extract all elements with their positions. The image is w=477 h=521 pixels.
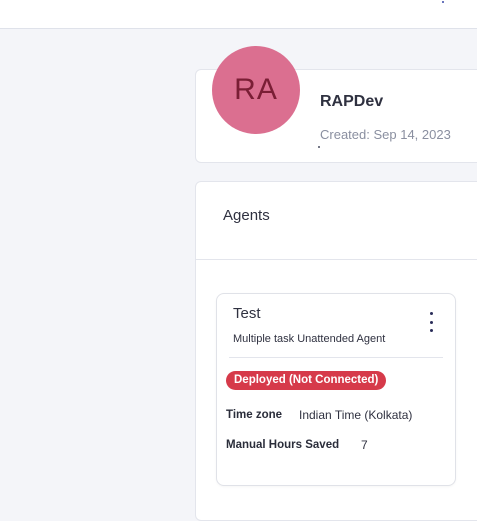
timezone-value: Indian Time (Kolkata): [299, 408, 413, 422]
agent-name[interactable]: Test: [233, 305, 261, 322]
top-bar: [0, 0, 477, 29]
profile-created-date: Created: Sep 14, 2023: [320, 127, 451, 142]
menu-dot: [429, 312, 433, 315]
menu-dot: [429, 329, 433, 332]
avatar-initials: RA: [234, 73, 278, 106]
agent-description: Multiple task Unattended Agent: [233, 333, 386, 345]
avatar: RA: [212, 46, 300, 134]
timezone-label: Time zone: [226, 409, 283, 421]
manual-hours-value: 7: [361, 438, 368, 452]
status-badge: Deployed (Not Connected): [226, 371, 387, 390]
profile-name: RAPDev: [320, 93, 384, 110]
top-bar-dot: [442, 1, 444, 3]
manual-hours-label: Manual Hours Saved: [226, 439, 340, 451]
agents-heading: Agents: [223, 207, 270, 224]
more-vertical-icon[interactable]: [423, 310, 439, 334]
menu-dot: [429, 320, 433, 324]
agent-divider: [229, 357, 443, 358]
agents-divider: [196, 259, 477, 260]
stray-dot: [318, 146, 320, 148]
